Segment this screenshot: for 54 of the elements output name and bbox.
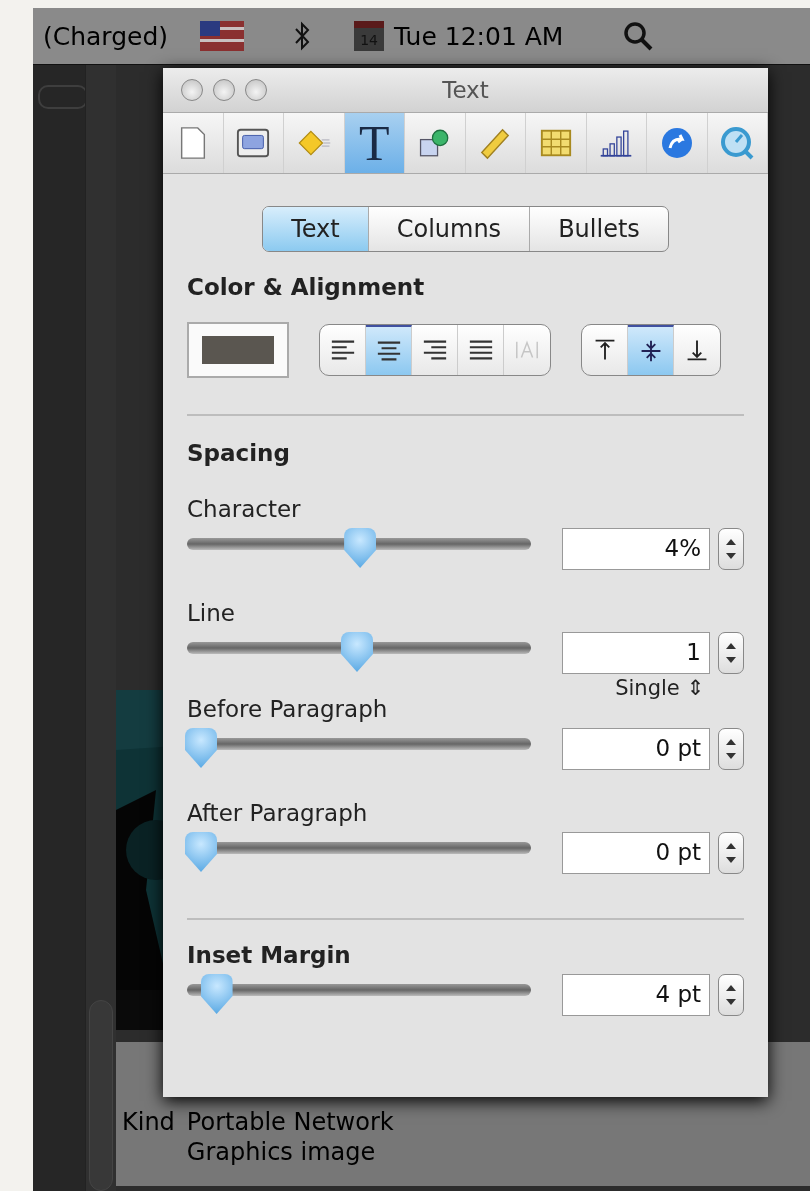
color-well[interactable]	[187, 322, 289, 378]
stepper[interactable]	[718, 728, 744, 770]
inspector-tab[interactable]: T	[344, 113, 405, 173]
vertical-align-button[interactable]	[628, 325, 674, 375]
battery-status[interactable]: (Charged)	[43, 21, 169, 51]
align-icon	[467, 338, 494, 362]
align-icon	[421, 338, 448, 362]
number-field[interactable]: 1	[562, 632, 710, 674]
field-label: Before Paragraph	[187, 696, 389, 722]
tab[interactable]: Bullets	[530, 207, 668, 251]
slider-thumb[interactable]	[344, 528, 377, 568]
tab[interactable]: Text	[263, 207, 369, 251]
section-heading: Inset Margin	[187, 942, 352, 968]
stepper[interactable]	[718, 832, 744, 874]
clock[interactable]: Tue 12:01 AM	[394, 21, 564, 51]
window-icon	[236, 126, 271, 160]
color-swatch	[202, 336, 274, 364]
slider-thumb[interactable]	[341, 632, 373, 672]
search-icon[interactable]	[623, 21, 654, 51]
number-field[interactable]: 0 pt	[562, 832, 710, 874]
stepper[interactable]	[718, 974, 744, 1016]
stepper[interactable]	[718, 528, 744, 570]
field-label: Character	[187, 496, 302, 522]
number-field[interactable]: 4 pt	[562, 974, 710, 1016]
arrow-circle-icon	[659, 126, 694, 160]
line-spacing-popup[interactable]: Single ⇕	[615, 676, 704, 700]
number-field[interactable]: 4%	[562, 528, 710, 570]
align-icon	[375, 339, 402, 363]
alignment-control[interactable]	[319, 324, 551, 376]
window-title: Text	[442, 77, 489, 103]
slider-thumb[interactable]	[185, 728, 217, 768]
stepper[interactable]	[718, 632, 744, 674]
number-field[interactable]: 0 pt	[562, 728, 710, 770]
info-value: Graphics image	[186, 1138, 377, 1166]
slider-thumb[interactable]	[185, 832, 217, 872]
window-control[interactable]	[181, 79, 203, 101]
slider-thumb[interactable]	[200, 974, 233, 1014]
align-icon	[329, 338, 356, 362]
info-label: Kind	[122, 1108, 175, 1138]
info-value: Portable Network	[186, 1108, 394, 1136]
alignment-button[interactable]	[366, 325, 412, 375]
field-label: After Paragraph	[187, 800, 369, 826]
field-label: Line	[187, 600, 236, 626]
bluetooth-icon[interactable]	[294, 21, 311, 51]
section-heading: Color & Alignment	[187, 274, 426, 300]
window-control[interactable]	[213, 79, 235, 101]
slider[interactable]	[187, 528, 531, 570]
section-heading: Spacing	[187, 440, 291, 466]
window-control[interactable]	[245, 79, 267, 101]
media-icon	[720, 126, 755, 160]
flag-icon[interactable]	[200, 21, 245, 51]
vertical-alignment-control[interactable]	[581, 324, 721, 376]
slider[interactable]	[187, 974, 531, 1016]
tab[interactable]: Columns	[368, 207, 531, 251]
